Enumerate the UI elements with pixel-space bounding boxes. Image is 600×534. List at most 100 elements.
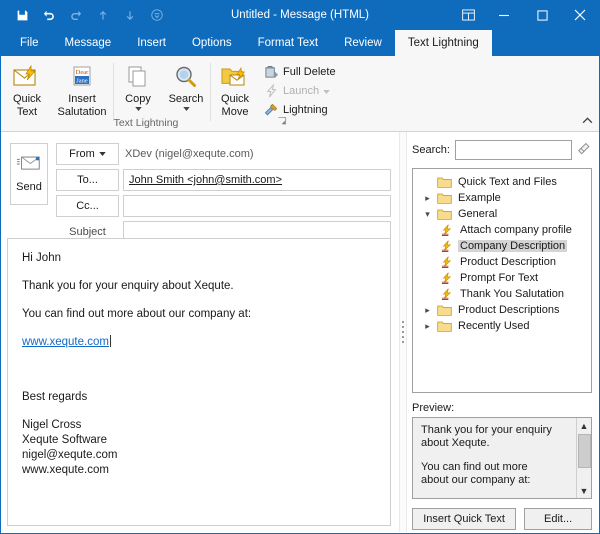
search-label-side: Search:	[412, 144, 450, 156]
quick-text-icon	[438, 224, 455, 237]
insert-salutation-label-1: Insert	[68, 93, 96, 105]
search-button[interactable]: Search	[162, 59, 210, 117]
send-button-label: Send	[16, 181, 42, 193]
minimize-icon[interactable]	[485, 0, 523, 30]
tree-expander-collapsed-icon[interactable]: ▸	[422, 193, 433, 204]
launch-icon	[263, 83, 279, 99]
tree-label: Example	[456, 192, 503, 204]
copy-pages-icon	[125, 62, 151, 92]
tab-message[interactable]: Message	[52, 30, 125, 56]
cc-button[interactable]: Cc...	[56, 195, 119, 217]
body-paragraph-2: You can find out more about our company …	[22, 307, 376, 322]
folder-icon	[436, 192, 453, 204]
quick-text-button[interactable]: Quick Text	[3, 59, 51, 118]
previous-item-icon	[90, 3, 116, 27]
preview-box[interactable]: Thank you for your enquiry about Xequte.…	[412, 417, 592, 499]
search-row: Search:	[412, 140, 592, 160]
tab-text-lightning[interactable]: Text Lightning	[395, 30, 492, 56]
scroll-down-icon[interactable]: ▼	[577, 483, 592, 498]
tree-label: Attach company profile	[458, 224, 574, 236]
eraser-icon[interactable]	[577, 142, 592, 159]
preview-label: Preview:	[412, 402, 592, 414]
ribbon-small-buttons: Full Delete Launch	[259, 59, 340, 118]
quick-text-icon	[438, 240, 455, 253]
tree-expander-collapsed-icon[interactable]: ▸	[422, 321, 433, 332]
scrollbar-thumb[interactable]	[578, 434, 591, 468]
body-signoff: Best regards	[22, 390, 376, 405]
cc-input[interactable]	[123, 195, 391, 217]
pane-splitter[interactable]	[399, 132, 407, 532]
scroll-up-icon[interactable]: ▲	[577, 418, 592, 433]
launch-label: Launch	[283, 85, 319, 97]
lightning-button[interactable]: Lightning	[259, 101, 340, 118]
undo-icon[interactable]	[36, 3, 62, 27]
insert-salutation-button[interactable]: Dear Jane Insert Salutation	[51, 59, 113, 118]
signature-block: Nigel Cross Xequte Software nigel@xequte…	[22, 418, 376, 478]
maximize-icon[interactable]	[523, 0, 561, 30]
search-dropdown-caret-icon[interactable]	[183, 105, 190, 112]
preview-content: Thank you for your enquiry about Xequte.…	[413, 418, 565, 499]
tree-label: Product Descriptions	[456, 304, 562, 316]
quick-text-label-2: Text	[17, 106, 37, 118]
envelope-lightning-icon	[13, 62, 41, 92]
message-body[interactable]: Hi John Thank you for your enquiry about…	[7, 238, 391, 526]
body-greeting: Hi John	[22, 251, 376, 266]
launch-button: Launch	[259, 82, 340, 99]
tree-label: Company Description	[458, 240, 567, 252]
tree-node-prompt-for-text[interactable]: Prompt For Text	[416, 270, 588, 286]
from-button[interactable]: From	[56, 143, 119, 165]
quick-move-button[interactable]: Quick Move	[211, 59, 259, 118]
tab-insert[interactable]: Insert	[124, 30, 179, 56]
tree-expander-expanded-icon[interactable]: ▾	[422, 209, 433, 220]
lightning-tools-icon	[263, 102, 279, 118]
tree-node-attach-company-profile[interactable]: Attach company profile	[416, 222, 588, 238]
copy-button[interactable]: Copy	[114, 59, 162, 117]
tab-file[interactable]: File	[7, 30, 52, 56]
body-link[interactable]: www.xequte.com	[22, 336, 109, 348]
copy-dropdown-caret-icon[interactable]	[135, 105, 142, 112]
launch-dropdown-caret-icon	[323, 85, 330, 97]
close-icon[interactable]	[561, 0, 599, 30]
signature-email: nigel@xequte.com	[22, 448, 376, 463]
redo-icon	[63, 3, 89, 27]
signature-web: www.xequte.com	[22, 463, 376, 478]
tree-node-company-description[interactable]: Company Description	[416, 238, 588, 254]
search-input[interactable]	[455, 140, 572, 160]
tree-label: Quick Text and Files	[456, 176, 559, 188]
customize-quick-access-icon[interactable]	[144, 3, 170, 27]
main-area: Send From XDev (nigel@xequte.com) To... …	[1, 132, 599, 532]
ribbon-group-text-lightning: Quick Text Dear Jane Insert Salutation	[1, 56, 342, 118]
tree-node-product-description[interactable]: Product Description	[416, 254, 588, 270]
tree-node-recently-used[interactable]: ▸ Recently Used	[416, 318, 588, 334]
send-button[interactable]: Send	[10, 143, 48, 205]
lightning-label: Lightning	[283, 104, 328, 116]
tree-label: Product Description	[458, 256, 558, 268]
preview-scrollbar[interactable]: ▲ ▼	[576, 418, 591, 498]
edit-button[interactable]: Edit...	[524, 508, 592, 530]
to-input[interactable]: John Smith <john@smith.com>	[123, 169, 391, 191]
tab-options[interactable]: Options	[179, 30, 245, 56]
tree-label: Prompt For Text	[458, 272, 540, 284]
body-spacer	[22, 363, 376, 377]
to-button-label: To...	[77, 174, 98, 186]
tree-node-product-descriptions[interactable]: ▸ Product Descriptions	[416, 302, 588, 318]
tree-node-general[interactable]: ▾ General	[416, 206, 588, 222]
save-icon[interactable]	[9, 3, 35, 27]
tree-expander-collapsed-icon[interactable]: ▸	[422, 305, 433, 316]
tree-node-quick-text-and-files[interactable]: Quick Text and Files	[416, 174, 588, 190]
dialog-box-launcher-icon[interactable]	[278, 117, 287, 128]
quick-text-tree[interactable]: Quick Text and Files ▸ Example ▾ General	[412, 168, 592, 393]
full-delete-button[interactable]: Full Delete	[259, 63, 340, 80]
tab-review[interactable]: Review	[331, 30, 395, 56]
from-row: From XDev (nigel@xequte.com)	[56, 143, 254, 165]
collapse-ribbon-icon[interactable]	[582, 115, 593, 127]
ribbon-display-options-icon[interactable]	[451, 0, 485, 30]
ribbon: Quick Text Dear Jane Insert Salutation	[1, 56, 599, 132]
to-button[interactable]: To...	[56, 169, 119, 191]
folder-icon	[436, 176, 453, 188]
tree-node-example[interactable]: ▸ Example	[416, 190, 588, 206]
tree-node-thank-you-salutation[interactable]: Thank You Salutation	[416, 286, 588, 302]
insert-quick-text-button[interactable]: Insert Quick Text	[412, 508, 516, 530]
tab-format-text[interactable]: Format Text	[245, 30, 332, 56]
copy-label: Copy	[125, 93, 151, 105]
